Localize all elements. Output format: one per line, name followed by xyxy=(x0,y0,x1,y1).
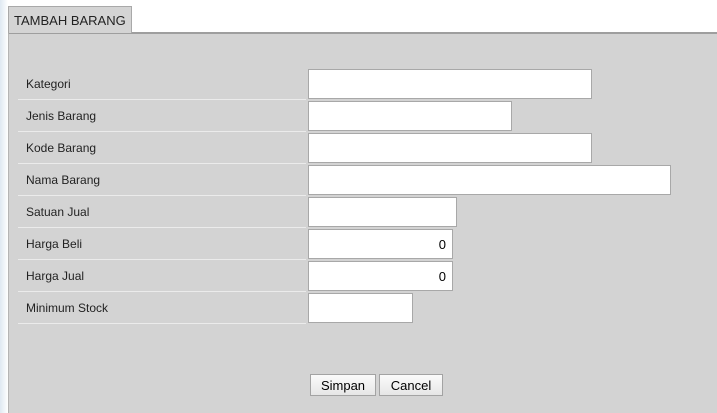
minimum-stock-field[interactable] xyxy=(308,293,413,323)
form-row-minimum-stock: Minimum Stock xyxy=(18,292,306,324)
harga-beli-field[interactable] xyxy=(308,229,453,259)
jenis-barang-label: Jenis Barang xyxy=(26,109,97,123)
jenis-barang-field[interactable] xyxy=(308,101,512,131)
harga-jual-label: Harga Jual xyxy=(26,269,85,283)
form-row-harga-jual: Harga Jual xyxy=(18,260,306,292)
kategori-label: Kategori xyxy=(26,77,71,91)
simpan-button[interactable]: Simpan xyxy=(310,374,376,396)
cancel-button[interactable]: Cancel xyxy=(379,374,443,396)
nama-barang-field[interactable] xyxy=(308,165,671,195)
tab-tambah-barang[interactable]: TAMBAH BARANG xyxy=(8,6,132,33)
satuan-jual-field[interactable] xyxy=(308,197,457,227)
form-row-harga-beli: Harga Beli xyxy=(18,228,306,260)
form-row-kode-barang: Kode Barang xyxy=(18,132,306,164)
form-row-jenis-barang: Jenis Barang xyxy=(18,100,306,132)
minimum-stock-label: Minimum Stock xyxy=(26,301,109,315)
kode-barang-field[interactable] xyxy=(308,133,592,163)
form-row-nama-barang: Nama Barang xyxy=(18,164,306,196)
form-row-satuan-jual: Satuan Jual xyxy=(18,196,306,228)
page: TAMBAH BARANG Kategori Jenis Barang Kode… xyxy=(0,0,717,413)
harga-jual-field[interactable] xyxy=(308,261,453,291)
nama-barang-label: Nama Barang xyxy=(26,173,101,187)
kode-barang-label: Kode Barang xyxy=(26,141,97,155)
satuan-jual-label: Satuan Jual xyxy=(26,205,90,219)
harga-beli-label: Harga Beli xyxy=(26,237,83,251)
form-row-kategori: Kategori xyxy=(18,68,306,100)
tab-label: TAMBAH BARANG xyxy=(14,13,126,28)
kategori-field[interactable] xyxy=(308,69,592,99)
